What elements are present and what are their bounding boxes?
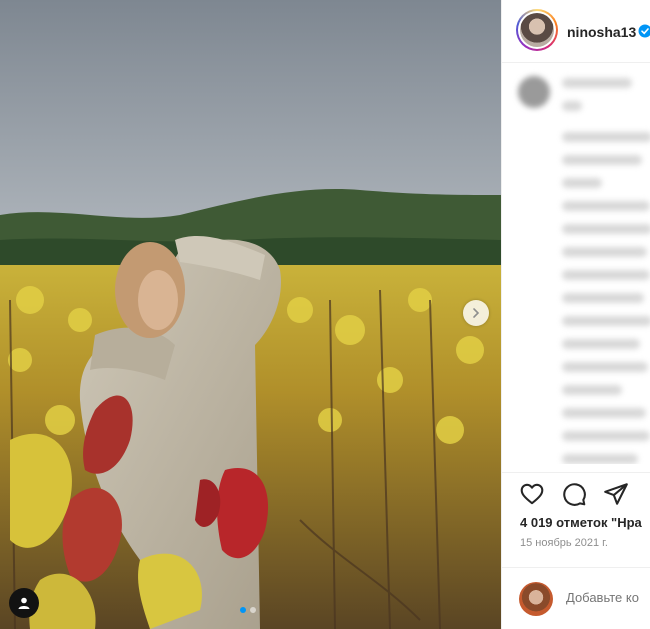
verified-badge-icon xyxy=(638,24,650,38)
tagged-users-button[interactable] xyxy=(9,588,39,618)
next-slide-button[interactable] xyxy=(463,300,489,326)
post-image xyxy=(0,0,501,629)
post-date[interactable]: 15 ноябрь 2021 г. xyxy=(520,537,608,549)
post-header: ninosha13 xyxy=(502,0,650,63)
author-username[interactable]: ninosha13 xyxy=(567,24,636,40)
likes-count[interactable]: 4 019 отметок "Нра xyxy=(520,515,642,530)
comment-icon[interactable] xyxy=(561,481,587,507)
carousel-dot xyxy=(250,607,256,613)
author-avatar[interactable] xyxy=(516,9,558,51)
comment-bar xyxy=(502,567,650,629)
current-user-avatar xyxy=(519,582,553,616)
post-photo[interactable] xyxy=(0,0,501,629)
caption-area-blurred xyxy=(502,64,650,464)
heart-icon[interactable] xyxy=(519,481,545,507)
paper-plane-icon[interactable] xyxy=(603,481,629,507)
carousel-dot-active xyxy=(240,607,246,613)
carousel-indicator xyxy=(240,607,256,613)
chevron-right-icon xyxy=(473,308,480,318)
post-side-panel: ninosha13 4 019 отметок "Нра 15 ноябрь 2… xyxy=(501,0,650,629)
user-tag-icon xyxy=(18,597,30,609)
post-actions xyxy=(502,472,650,512)
comment-input[interactable] xyxy=(566,590,650,605)
